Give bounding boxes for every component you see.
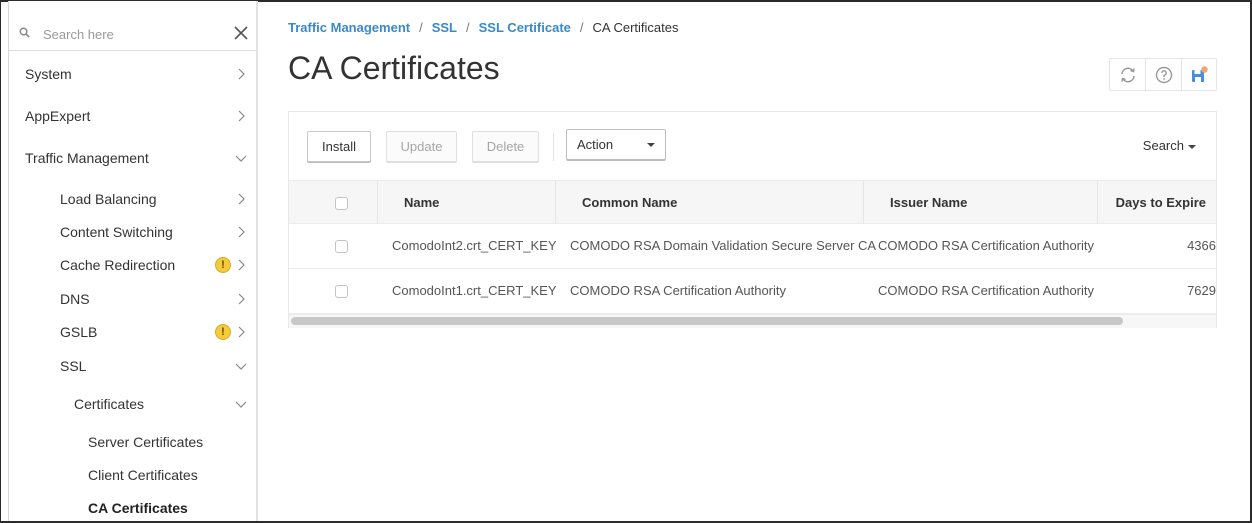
- sidebar-item-cache-redirection[interactable]: Cache Redirection !: [9, 250, 257, 280]
- chevron-right-icon: [238, 259, 245, 271]
- caret-down-icon: [1188, 145, 1196, 149]
- cell-days-to-expire: 7629: [1187, 283, 1216, 298]
- cell-name: ComodoInt2.crt_CERT_KEY: [392, 238, 557, 253]
- sidebar-item-client-certificates[interactable]: Client Certificates: [9, 460, 257, 490]
- select-all-checkbox[interactable]: [335, 197, 348, 210]
- chevron-right-icon: [238, 293, 245, 305]
- breadcrumb-ssl[interactable]: SSL: [432, 20, 457, 35]
- sidebar-item-label: Certificates: [74, 396, 145, 412]
- chevron-down-icon: [235, 155, 247, 162]
- sidebar-item-appexpert[interactable]: AppExpert: [9, 101, 257, 131]
- update-button[interactable]: Update: [386, 131, 457, 162]
- sidebar: System AppExpert Traffic Management Load…: [8, 1, 258, 521]
- sidebar-item-ssl[interactable]: SSL: [9, 351, 257, 381]
- certificates-panel: Install Update Delete Action Search Name…: [288, 111, 1217, 328]
- help-icon: [1155, 66, 1172, 83]
- sidebar-item-label: Traffic Management: [25, 150, 149, 166]
- chevron-right-icon: [238, 68, 245, 80]
- table-row[interactable]: ComodoInt2.crt_CERT_KEY COMODO RSA Domai…: [289, 224, 1216, 269]
- sidebar-item-label: Cache Redirection: [60, 257, 176, 273]
- delete-button[interactable]: Delete: [472, 131, 539, 162]
- action-dropdown[interactable]: Action: [566, 129, 666, 160]
- cell-name: ComodoInt1.crt_CERT_KEY: [392, 283, 557, 298]
- column-header-common-name[interactable]: Common Name: [555, 181, 863, 224]
- cell-common-name: COMODO RSA Certification Authority: [570, 283, 787, 298]
- cell-days-to-expire: 4366: [1187, 238, 1216, 253]
- close-icon[interactable]: [233, 25, 249, 41]
- chevron-right-icon: [238, 226, 245, 238]
- chevron-right-icon: [238, 110, 245, 122]
- sidebar-item-label: GSLB: [60, 324, 98, 340]
- install-button[interactable]: Install: [307, 131, 371, 162]
- cell-issuer-name: COMODO RSA Certification Authority: [878, 283, 1095, 298]
- breadcrumb-separator: /: [579, 20, 584, 35]
- horizontal-scrollbar-thumb[interactable]: [291, 317, 1123, 325]
- caret-down-icon: [647, 143, 655, 147]
- row-checkbox[interactable]: [335, 285, 348, 298]
- sidebar-item-label: CA Certificates: [88, 500, 188, 516]
- warning-icon: !: [215, 324, 231, 340]
- sidebar-item-label: System: [25, 66, 72, 82]
- cell-issuer-name: COMODO RSA Certification Authority: [878, 238, 1095, 253]
- notification-badge: [1201, 65, 1208, 73]
- sidebar-item-ca-certificates[interactable]: CA Certificates: [9, 493, 257, 523]
- help-button[interactable]: [1145, 59, 1180, 90]
- sidebar-item-content-switching[interactable]: Content Switching: [9, 217, 257, 247]
- sidebar-item-label: AppExpert: [25, 108, 91, 124]
- sidebar-search-input[interactable]: [43, 24, 213, 44]
- sidebar-item-system[interactable]: System: [9, 59, 257, 89]
- breadcrumb-separator: /: [419, 20, 423, 35]
- select-all-header: [289, 181, 377, 224]
- search-icon: [19, 27, 30, 38]
- action-dropdown-value: Action: [577, 137, 614, 152]
- sidebar-item-certificates[interactable]: Certificates: [9, 389, 257, 419]
- page-tools: [1109, 58, 1217, 91]
- sidebar-item-label: Server Certificates: [88, 434, 204, 450]
- warning-icon: !: [215, 257, 231, 273]
- chevron-right-icon: [238, 326, 245, 338]
- page-title: CA Certificates: [288, 50, 500, 86]
- sidebar-item-label: DNS: [60, 291, 90, 307]
- chevron-down-icon: [235, 363, 247, 370]
- sidebar-item-gslb[interactable]: GSLB !: [9, 317, 257, 347]
- breadcrumb: Traffic Management / SSL / SSL Certificate / C…: [288, 20, 679, 35]
- chevron-right-icon: [238, 193, 245, 205]
- breadcrumb-ssl-certificate[interactable]: SSL Certificate: [479, 20, 571, 35]
- sidebar-item-server-certificates[interactable]: Server Certificates: [9, 427, 257, 457]
- save-icon: [1191, 65, 1208, 82]
- search-dropdown-label: Search: [1142, 138, 1184, 153]
- column-header-days-to-expire[interactable]: Days to Expire: [1097, 181, 1216, 224]
- sidebar-item-traffic-management[interactable]: Traffic Management: [9, 143, 257, 173]
- save-config-button[interactable]: [1180, 59, 1216, 90]
- sidebar-item-label: Content Switching: [60, 224, 173, 240]
- table-header: Name Common Name Issuer Name Days to Exp…: [289, 180, 1216, 224]
- table-row[interactable]: ComodoInt1.crt_CERT_KEY COMODO RSA Certi…: [289, 269, 1216, 314]
- refresh-icon: [1120, 67, 1135, 82]
- sidebar-item-load-balancing[interactable]: Load Balancing: [9, 184, 257, 214]
- breadcrumb-separator: /: [466, 20, 470, 35]
- refresh-button[interactable]: [1110, 59, 1145, 90]
- sidebar-item-label: Load Balancing: [60, 191, 157, 207]
- search-dropdown[interactable]: Search: [1142, 138, 1196, 153]
- row-checkbox[interactable]: [335, 240, 348, 253]
- toolbar-divider: [553, 133, 554, 161]
- cell-common-name: COMODO RSA Domain Validation Secure Serv…: [570, 238, 877, 253]
- sidebar-item-label: Client Certificates: [88, 467, 198, 483]
- breadcrumb-traffic-management[interactable]: Traffic Management: [288, 20, 410, 35]
- sidebar-item-dns[interactable]: DNS: [9, 284, 257, 314]
- sidebar-search: [9, 17, 257, 51]
- sidebar-item-label: SSL: [60, 358, 87, 374]
- column-header-issuer-name[interactable]: Issuer Name: [863, 181, 1097, 224]
- column-header-name[interactable]: Name: [377, 181, 555, 224]
- chevron-down-icon: [235, 401, 247, 408]
- breadcrumb-current: CA Certificates: [592, 20, 679, 35]
